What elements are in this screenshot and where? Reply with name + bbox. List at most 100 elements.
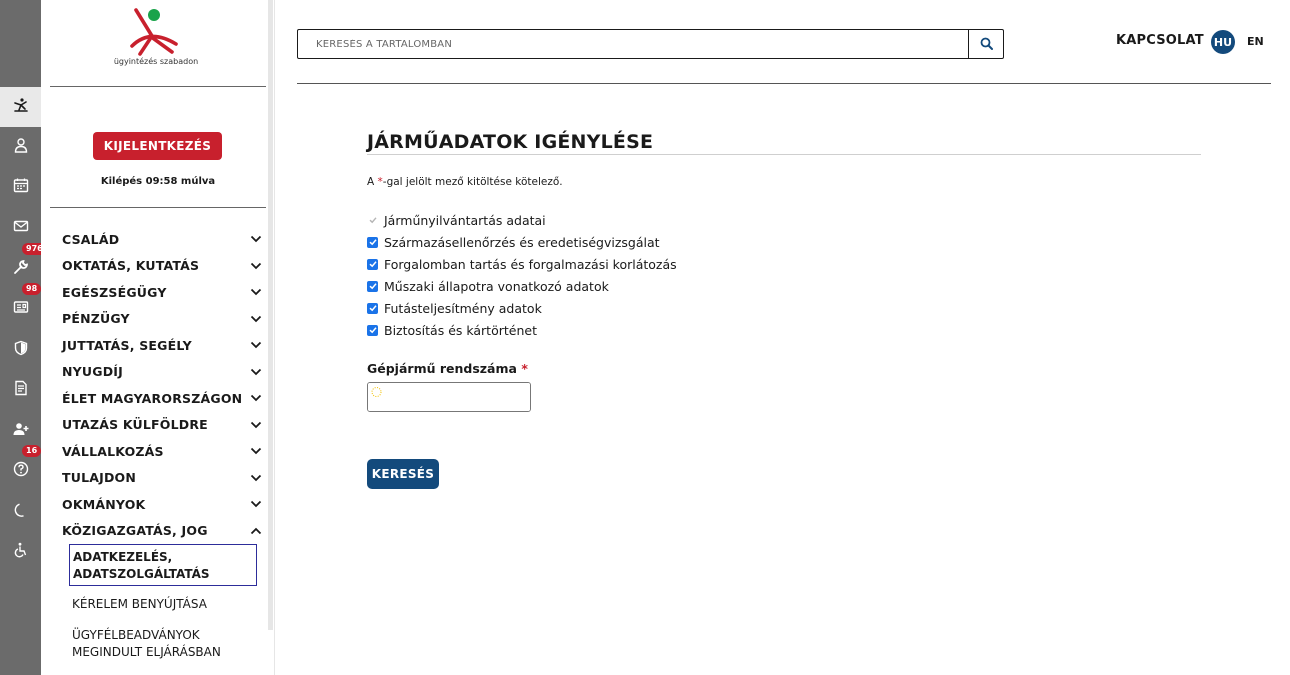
checkbox-row[interactable]: Műszaki állapotra vonatkozó adatok <box>367 275 677 297</box>
data-category-checkboxes: Járműnyilvántartás adatai Származásellen… <box>367 209 677 341</box>
rail-badge-documents: 98 <box>22 283 42 295</box>
chevron-down-icon <box>250 315 262 323</box>
sidebar-item-utazas[interactable]: UTAZÁS KÜLFÖLDRE <box>62 412 262 439</box>
checkbox-label: Származásellenőrzés és eredetiségvizsgál… <box>384 234 660 250</box>
lang-hu-button[interactable]: HU <box>1211 30 1235 54</box>
submenu-item-label-line: ÜGYFÉLBEADVÁNYOK <box>72 628 200 642</box>
checkbox-row[interactable]: Biztosítás és kártörténet <box>367 319 677 341</box>
checkbox-label: Műszaki állapotra vonatkozó adatok <box>384 278 609 294</box>
search-bar <box>297 29 1004 59</box>
plate-label-text: Gépjármű rendszáma <box>367 361 517 376</box>
checkbox-label: Biztosítás és kártörténet <box>384 322 537 338</box>
sidebar-item-label: VÁLLALKOZÁS <box>62 443 164 459</box>
sidebar-item-label: EGÉSZSÉGÜGY <box>62 284 167 300</box>
contact-link[interactable]: KAPCSOLAT <box>1116 33 1204 48</box>
add-user-icon <box>13 421 29 441</box>
sidebar-item-vallalkozas[interactable]: VÁLLALKOZÁS <box>62 438 262 465</box>
checkbox-row[interactable]: Származásellenőrzés és eredetiségvizsgál… <box>367 231 677 253</box>
sidebar-item-label: ÉLET MAGYARORSZÁGON <box>62 390 243 406</box>
rail-item-calendar[interactable] <box>0 167 41 207</box>
submenu-item-label-line: KÉRELEM BENYÚJTÁSA <box>72 597 207 611</box>
sidebar-item-label: TULAJDON <box>62 470 137 486</box>
plate-field-label: Gépjármű rendszáma * <box>367 361 528 376</box>
rail-item-security[interactable] <box>0 330 41 370</box>
checkbox-checked[interactable] <box>367 258 378 270</box>
chevron-down-icon <box>250 235 262 243</box>
checkbox-disabled <box>367 215 378 226</box>
chevron-down-icon <box>250 341 262 349</box>
mail-icon <box>13 218 29 238</box>
required-note: A *-gal jelölt mező kitöltése kötelező. <box>367 176 563 188</box>
logout-button[interactable]: KIJELENTKEZÉS <box>93 132 222 160</box>
submenu-item-label-line: ADATSZOLGÁLTATÁS <box>73 567 210 581</box>
document-list-icon <box>13 380 29 400</box>
rail-item-dark-mode[interactable] <box>0 492 41 532</box>
chevron-down-icon <box>250 262 262 270</box>
sidebar-item-egeszsegugy[interactable]: EGÉSZSÉGÜGY <box>62 279 262 306</box>
sidebar-item-label: CSALÁD <box>62 231 120 247</box>
required-star: * <box>521 361 528 376</box>
page-title: JÁRMŰADATOK IGÉNYLÉSE <box>367 131 654 153</box>
checkbox-row[interactable]: Futásteljesítmény adatok <box>367 297 677 319</box>
rail-item-accessibility[interactable] <box>0 532 41 572</box>
submenu-item-label-line: ADATKEZELÉS, <box>73 550 173 564</box>
chevron-down-icon <box>250 447 262 455</box>
checkbox-label: Járműnyilvántartás adatai <box>384 212 546 228</box>
wrench-icon <box>13 259 29 279</box>
sidebar-item-nyugdij[interactable]: NYUGDÍJ <box>62 359 262 386</box>
required-note-suffix: -gal jelölt mező kitöltése kötelező. <box>382 176 563 188</box>
submenu-item-kerelem[interactable]: KÉRELEM BENYÚJTÁSA <box>72 596 207 613</box>
rail-badge-help: 16 <box>22 445 42 457</box>
rail-item-home[interactable] <box>0 87 41 127</box>
sidebar-divider <box>50 86 266 87</box>
sidebar-item-okmanyok[interactable]: OKMÁNYOK <box>62 491 262 518</box>
sidebar-item-label: KÖZIGAZGATÁS, JOG <box>62 523 208 539</box>
submenu-item-ugyfelbeadvanyok[interactable]: ÜGYFÉLBEADVÁNYOK MEGINDULT ELJÁRÁSBAN <box>72 627 221 661</box>
search-submit-button[interactable]: KERESÉS <box>367 459 439 489</box>
rail-item-help[interactable]: 16 <box>0 445 42 491</box>
rail-item-documents[interactable]: 98 <box>0 283 42 329</box>
rail-item-records[interactable] <box>0 370 41 410</box>
chevron-down-icon <box>250 474 262 482</box>
sidebar-item-label: NYUGDÍJ <box>62 364 124 380</box>
title-divider <box>367 154 1201 155</box>
checkbox-row[interactable]: Forgalomban tartás és forgalmazási korlá… <box>367 253 677 275</box>
sidebar-item-label: PÉNZÜGY <box>62 311 130 327</box>
rail-item-messages[interactable] <box>0 208 41 248</box>
lang-en-button[interactable]: EN <box>1247 35 1264 48</box>
chevron-down-icon <box>250 368 262 376</box>
icon-rail: 976 98 16 <box>0 0 47 675</box>
checkbox-checked[interactable] <box>367 236 378 248</box>
sidebar-scrollbar[interactable] <box>268 0 273 630</box>
sidebar-item-label: JUTTATÁS, SEGÉLY <box>62 337 192 353</box>
chevron-down-icon <box>250 394 262 402</box>
sidebar-item-oktatas[interactable]: OKTATÁS, KUTATÁS <box>62 253 262 280</box>
checkbox-checked[interactable] <box>367 302 378 314</box>
submenu-item-label-line: MEGINDULT ELJÁRÁSBAN <box>72 645 221 659</box>
rail-item-profile[interactable] <box>0 127 41 167</box>
checkbox-checked[interactable] <box>367 324 378 336</box>
calendar-icon <box>13 177 29 197</box>
checkbox-label: Forgalomban tartás és forgalmazási korlá… <box>384 256 677 272</box>
sidebar-item-elet[interactable]: ÉLET MAGYARORSZÁGON <box>62 385 262 412</box>
user-icon <box>13 137 29 157</box>
submenu-item-adatkezeles[interactable]: ADATKEZELÉS, ADATSZOLGÁLTATÁS <box>69 544 257 586</box>
sidebar-item-tulajdon[interactable]: TULAJDON <box>62 465 262 492</box>
sidebar-item-kozigazgatas[interactable]: KÖZIGAZGATÁS, JOG <box>62 518 262 545</box>
documents-icon <box>13 299 29 319</box>
header-divider <box>297 83 1271 84</box>
sidebar-divider <box>50 207 266 208</box>
help-icon <box>13 461 29 481</box>
sidebar-item-csalad[interactable]: CSALÁD <box>62 226 262 253</box>
chevron-up-icon <box>250 527 262 535</box>
checkbox-row[interactable]: Járműnyilvántartás adatai <box>367 209 677 231</box>
sidebar-item-label: OKMÁNYOK <box>62 496 146 512</box>
sidebar-item-juttatas[interactable]: JUTTATÁS, SEGÉLY <box>62 332 262 359</box>
license-plate-input[interactable] <box>368 383 530 411</box>
search-button[interactable] <box>968 30 1003 58</box>
sidebar-item-penzugy[interactable]: PÉNZÜGY <box>62 306 262 333</box>
search-icon <box>980 35 993 54</box>
checkbox-checked[interactable] <box>367 280 378 292</box>
search-input[interactable] <box>298 30 968 58</box>
moon-icon <box>13 502 29 522</box>
